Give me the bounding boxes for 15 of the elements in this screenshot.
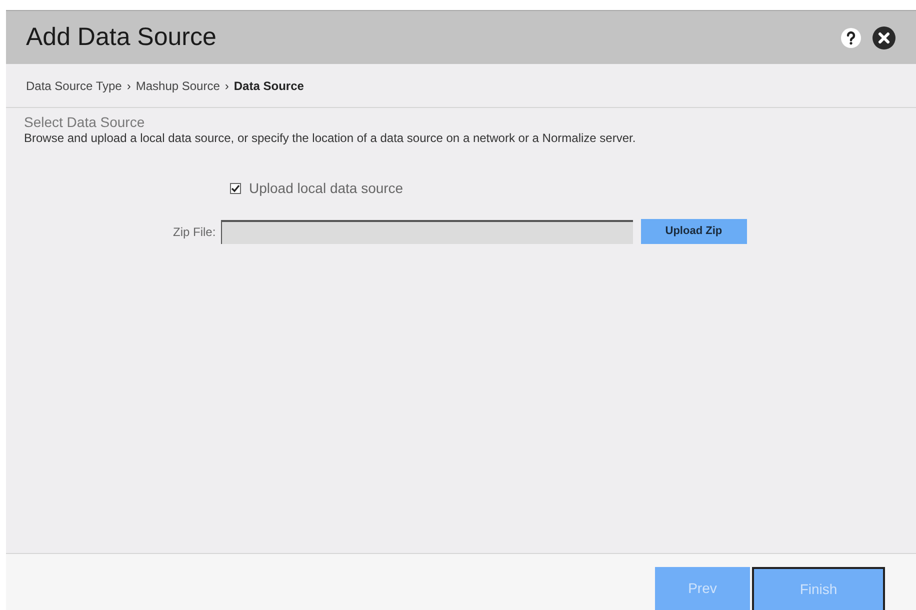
section-description: Browse and upload a local data source, or specify the location of a data source on a network or a Normalize server.	[24, 130, 637, 146]
breadcrumb-separator: ›	[126, 78, 131, 94]
close-icon[interactable]	[872, 26, 896, 50]
breadcrumb-item[interactable]: Mashup Source	[136, 76, 220, 94]
dialog-title: Add Data Source	[26, 22, 218, 53]
help-icon[interactable]	[840, 26, 862, 48]
breadcrumb-separator: ›	[224, 78, 229, 94]
upload-zip-button[interactable]: Upload Zip	[640, 219, 747, 244]
field-label: Zip File:	[173, 224, 216, 240]
section-title: Select Data Source	[24, 114, 146, 130]
checkbox[interactable]	[230, 183, 241, 194]
breadcrumb-item[interactable]: Data Source	[234, 76, 304, 94]
checkbox-label: Upload local data source	[249, 179, 404, 198]
zip-file-field[interactable]	[220, 220, 633, 244]
breadcrumb-item[interactable]: Data Source Type	[26, 76, 122, 94]
